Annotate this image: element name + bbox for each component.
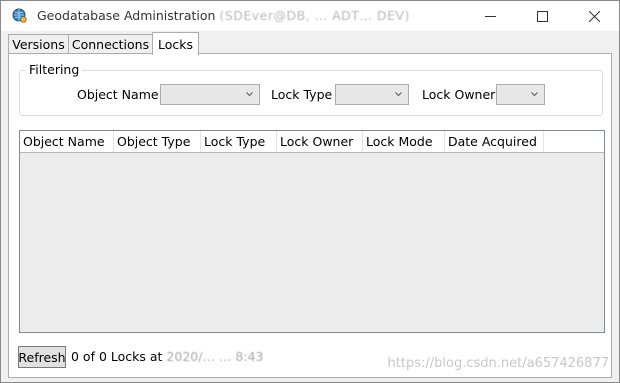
minimize-icon: [484, 15, 496, 17]
column-header-object-name[interactable]: Object Name: [20, 131, 114, 152]
chevron-down-icon: [395, 92, 402, 97]
refresh-button-label: Refresh: [18, 349, 66, 365]
window-title: Geodatabase Administration (SDEver@DB, ……: [37, 8, 410, 23]
filtering-legend: Filtering: [26, 62, 83, 77]
window-title-text: Geodatabase Administration: [37, 8, 216, 23]
lock-owner-dropdown[interactable]: [496, 84, 545, 105]
refresh-button[interactable]: Refresh: [18, 346, 66, 368]
locks-panel: Filtering Object Name Lock Type Lock Own…: [8, 53, 612, 378]
tab-versions[interactable]: Versions: [8, 34, 69, 53]
tab-connections-label: Connections: [71, 36, 150, 52]
object-name-label: Object Name: [77, 87, 159, 102]
close-icon: [588, 10, 600, 22]
column-header-date-acquired[interactable]: Date Acquired: [445, 131, 544, 152]
lock-type-dropdown[interactable]: [335, 84, 409, 105]
maximize-icon: [536, 10, 548, 22]
object-name-dropdown[interactable]: [160, 84, 260, 105]
locks-status-text: 0 of 0 Locks at: [71, 349, 163, 364]
filtering-groupbox: Filtering Object Name Lock Type Lock Own…: [19, 62, 603, 116]
column-header-object-type[interactable]: Object Type: [114, 131, 201, 152]
grid-header: Object Name Object Type Lock Type Lock O…: [20, 131, 604, 153]
chevron-down-icon: [531, 92, 538, 97]
tab-versions-label: Versions: [12, 36, 65, 52]
tab-connections[interactable]: Connections: [68, 34, 153, 53]
window-title-obscured: (SDEver@DB, … ADT… DEV): [219, 8, 410, 23]
locks-status-obscured: 2020/… … 8:43: [166, 349, 264, 364]
locks-status: 0 of 0 Locks at 2020/… … 8:43: [71, 349, 263, 364]
column-header-lock-mode[interactable]: Lock Mode: [363, 131, 445, 152]
watermark: https://blog.csdn.net/a657426877: [387, 356, 609, 371]
maximize-button[interactable]: [519, 1, 565, 31]
lock-type-label: Lock Type: [271, 87, 333, 102]
locks-grid[interactable]: Object Name Object Type Lock Type Lock O…: [19, 130, 605, 333]
column-header-lock-type[interactable]: Lock Type: [201, 131, 277, 152]
close-button[interactable]: [571, 1, 617, 31]
lock-owner-label: Lock Owner: [422, 87, 496, 102]
chevron-down-icon: [246, 92, 253, 97]
geodatabase-admin-window: Geodatabase Administration (SDEver@DB, ……: [0, 0, 620, 383]
geodatabase-globe-icon: [12, 8, 27, 23]
tab-locks[interactable]: Locks: [152, 32, 199, 55]
title-bar[interactable]: Geodatabase Administration (SDEver@DB, ……: [1, 1, 619, 31]
column-header-lock-owner[interactable]: Lock Owner: [277, 131, 363, 152]
minimize-button[interactable]: [467, 1, 513, 31]
tab-locks-label: Locks: [157, 36, 194, 52]
